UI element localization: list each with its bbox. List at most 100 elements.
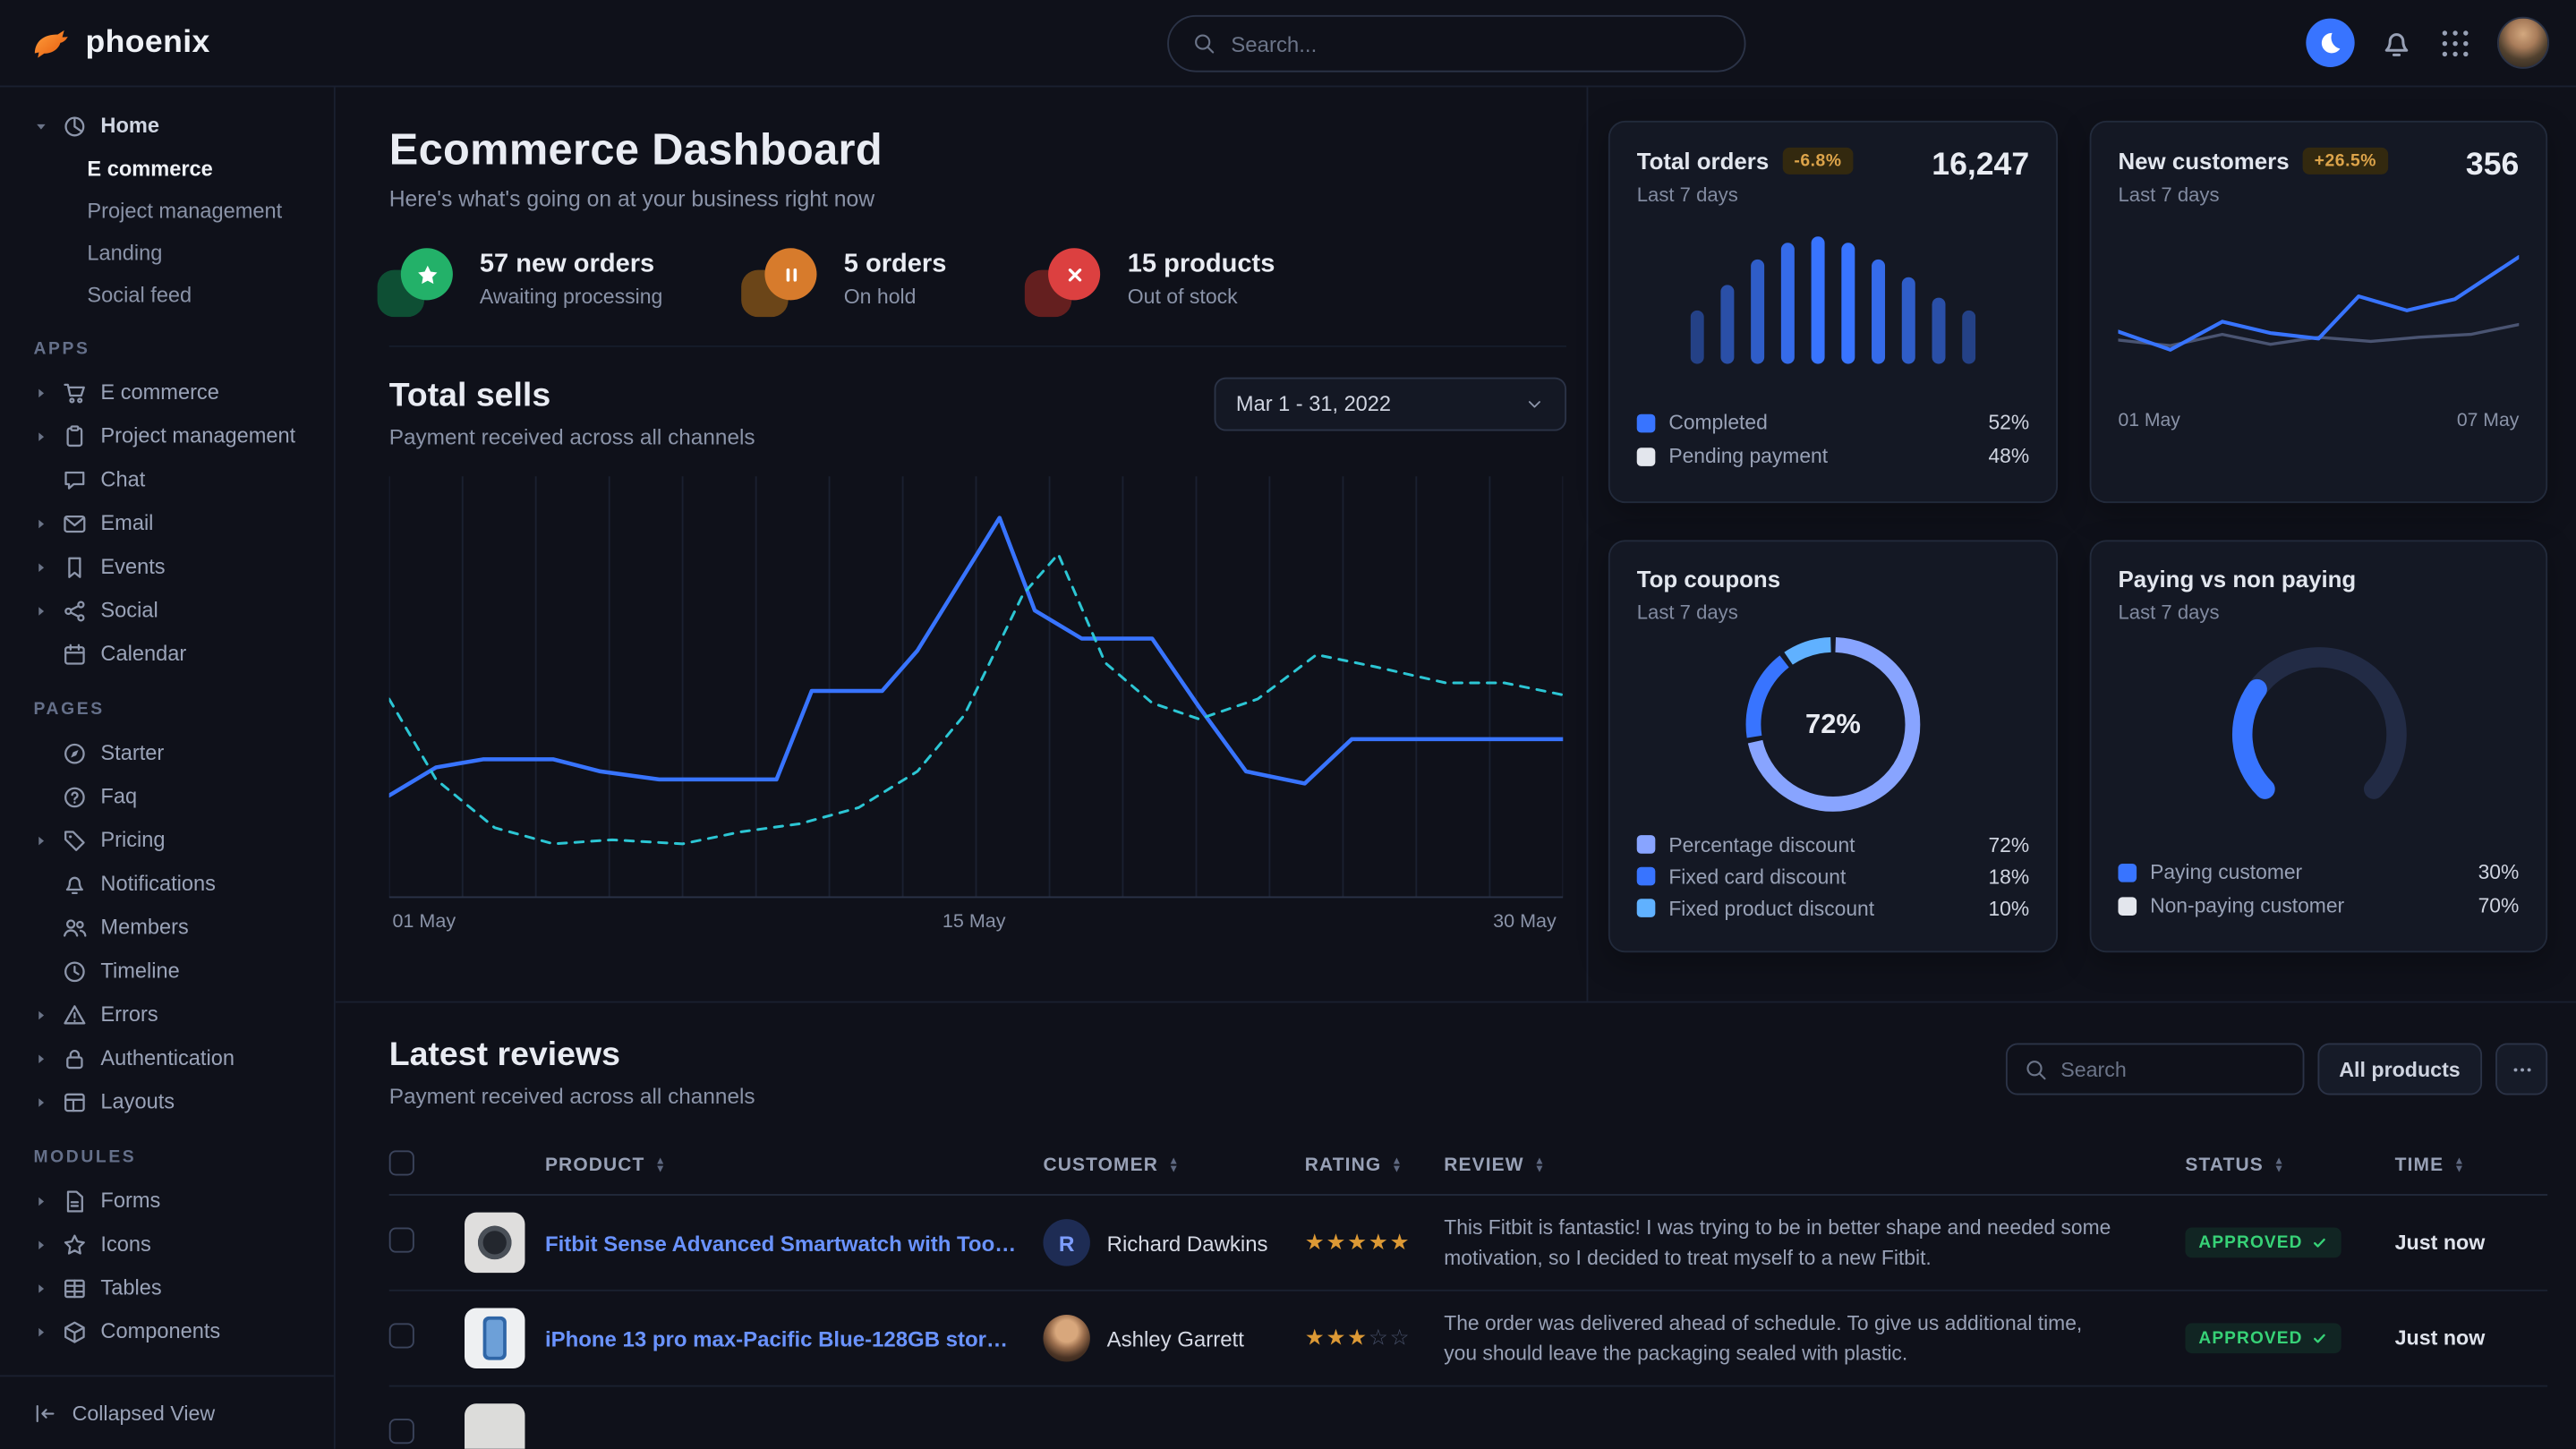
row-checkbox[interactable] — [389, 1323, 414, 1348]
global-search[interactable] — [1167, 15, 1745, 72]
x-label: 01 May — [2118, 411, 2179, 430]
column-label: PRODUCT — [545, 1155, 645, 1174]
legend-value: 48% — [1988, 445, 2029, 468]
product-thumbnail[interactable] — [465, 1308, 525, 1368]
sidebar-label: Project management — [100, 424, 295, 447]
sort-icon[interactable]: ▲▼ — [1168, 1156, 1180, 1173]
donut-center-value: 72% — [1746, 637, 1921, 812]
sidebar-item-notifications[interactable]: Notifications — [0, 862, 334, 906]
avatar — [1043, 1315, 1089, 1361]
row-checkbox[interactable] — [389, 1419, 414, 1444]
sidebar-item-home[interactable]: Home — [0, 104, 334, 148]
sort-icon[interactable]: ▲▼ — [2453, 1156, 2465, 1173]
sidebar-item-e-commerce[interactable]: E commerce — [0, 371, 334, 414]
legend-row: Percentage discount72% — [1637, 829, 2029, 861]
page-title: Ecommerce Dashboard — [389, 124, 1566, 176]
sidebar-item-members[interactable]: Members — [0, 906, 334, 950]
star-icon: ★ — [1347, 1229, 1369, 1254]
apps-grid-button[interactable] — [2438, 26, 2471, 59]
coupons-legend: Percentage discount72%Fixed card discoun… — [1637, 815, 2029, 928]
table-grid-icon — [62, 1275, 87, 1300]
all-products-button[interactable]: All products — [2317, 1043, 2482, 1095]
sidebar-item-tables[interactable]: Tables — [0, 1266, 334, 1310]
compass-icon — [62, 740, 87, 765]
sidebar-item-landing[interactable]: Landing — [0, 232, 334, 274]
lock-icon — [62, 1045, 87, 1070]
sidebar-item-project-management[interactable]: Project management — [0, 190, 334, 232]
caret-right-icon — [33, 832, 48, 848]
stat-new-orders: 57 new orders Awaiting processing — [389, 248, 663, 308]
reviews-search[interactable] — [2005, 1043, 2304, 1095]
sidebar-section-title: PAGES — [0, 701, 334, 720]
collapsed-view-toggle[interactable]: Collapsed View — [0, 1375, 334, 1448]
sort-icon[interactable]: ▲▼ — [1534, 1156, 1546, 1173]
table-row: iPhone 13 pro max-Pacific Blue-128GB sto… — [389, 1291, 2547, 1387]
sidebar-item-social-feed[interactable]: Social feed — [0, 273, 334, 315]
warning-icon — [62, 1002, 87, 1027]
sidebar-label: Landing — [87, 241, 162, 264]
sidebar-label: Project management — [87, 199, 282, 222]
select-all-checkbox[interactable] — [389, 1149, 414, 1174]
star-icon: ★ — [1390, 1229, 1412, 1254]
quick-stats: 57 new orders Awaiting processing 5 orde… — [389, 248, 1566, 347]
sort-icon[interactable]: ▲▼ — [655, 1156, 667, 1173]
sort-icon[interactable]: ▲▼ — [2273, 1156, 2285, 1173]
top-navbar: phoenix — [0, 0, 2576, 87]
legend-swatch — [1637, 413, 1656, 432]
column-label: RATING — [1305, 1155, 1382, 1174]
notifications-button[interactable] — [2380, 26, 2413, 59]
legend-value: 72% — [1988, 832, 2029, 856]
product-thumbnail[interactable] — [465, 1403, 525, 1449]
product-link[interactable]: Fitbit Sense Advanced Smartwatch with To… — [545, 1230, 1019, 1255]
legend-row: Non-paying customer70% — [2118, 889, 2519, 922]
cart-icon — [62, 379, 87, 405]
brand[interactable]: phoenix — [27, 20, 210, 65]
product-link[interactable]: iPhone 13 pro max-Pacific Blue-128GB sto… — [545, 1325, 1019, 1351]
card-period: Last 7 days — [1637, 183, 1854, 206]
avatar: R — [1043, 1219, 1089, 1266]
sidebar-item-components[interactable]: Components — [0, 1309, 334, 1353]
sidebar-item-e-commerce[interactable]: E commerce — [0, 148, 334, 190]
sidebar-item-chat[interactable]: Chat — [0, 458, 334, 502]
sort-icon[interactable]: ▲▼ — [1392, 1156, 1403, 1173]
sidebar-item-faq[interactable]: Faq — [0, 775, 334, 819]
sidebar-item-social[interactable]: Social — [0, 589, 334, 633]
reviews-search-input[interactable] — [2060, 1057, 2285, 1080]
more-options-button[interactable] — [2495, 1043, 2547, 1095]
card-value: 16,247 — [1932, 148, 2029, 184]
sidebar-item-layouts[interactable]: Layouts — [0, 1080, 334, 1124]
sidebar-item-forms[interactable]: Forms — [0, 1179, 334, 1223]
sidebar-item-email[interactable]: Email — [0, 501, 334, 545]
sidebar-item-starter[interactable]: Starter — [0, 731, 334, 775]
caret-right-icon — [33, 516, 48, 531]
user-avatar[interactable] — [2497, 17, 2549, 69]
card-value: 356 — [2466, 148, 2519, 184]
sidebar-item-errors[interactable]: Errors — [0, 993, 334, 1036]
sidebar-item-calendar[interactable]: Calendar — [0, 632, 334, 676]
sidebar-item-authentication[interactable]: Authentication — [0, 1036, 334, 1080]
star-icon: ★ — [1326, 1229, 1347, 1254]
sidebar-label: Timeline — [100, 959, 179, 983]
pause-icon — [780, 262, 803, 286]
sidebar-item-pricing[interactable]: Pricing — [0, 818, 334, 862]
theme-toggle-button[interactable] — [2306, 19, 2354, 67]
legend-swatch — [2118, 863, 2137, 882]
sidebar-item-project-management[interactable]: Project management — [0, 414, 334, 458]
product-thumbnail[interactable] — [465, 1213, 525, 1273]
search-input[interactable] — [1231, 31, 1720, 56]
sidebar-item-icons[interactable]: Icons — [0, 1223, 334, 1266]
row-checkbox[interactable] — [389, 1228, 414, 1253]
sidebar-label: Members — [100, 916, 188, 939]
sidebar: HomeE commerceProject managementLandingS… — [0, 87, 336, 1448]
sidebar-label: Calendar — [100, 643, 186, 666]
question-icon — [62, 784, 87, 809]
card-title: Top coupons — [1637, 567, 1780, 592]
column-label: TIME — [2395, 1155, 2444, 1174]
date-range-select[interactable]: Mar 1 - 31, 2022 — [1215, 378, 1566, 431]
legend-value: 52% — [1988, 411, 2029, 434]
sidebar-item-events[interactable]: Events — [0, 545, 334, 589]
home-icon — [62, 113, 87, 138]
share-icon — [62, 598, 87, 623]
sidebar-item-timeline[interactable]: Timeline — [0, 950, 334, 993]
total-sells-chart — [389, 476, 1564, 899]
